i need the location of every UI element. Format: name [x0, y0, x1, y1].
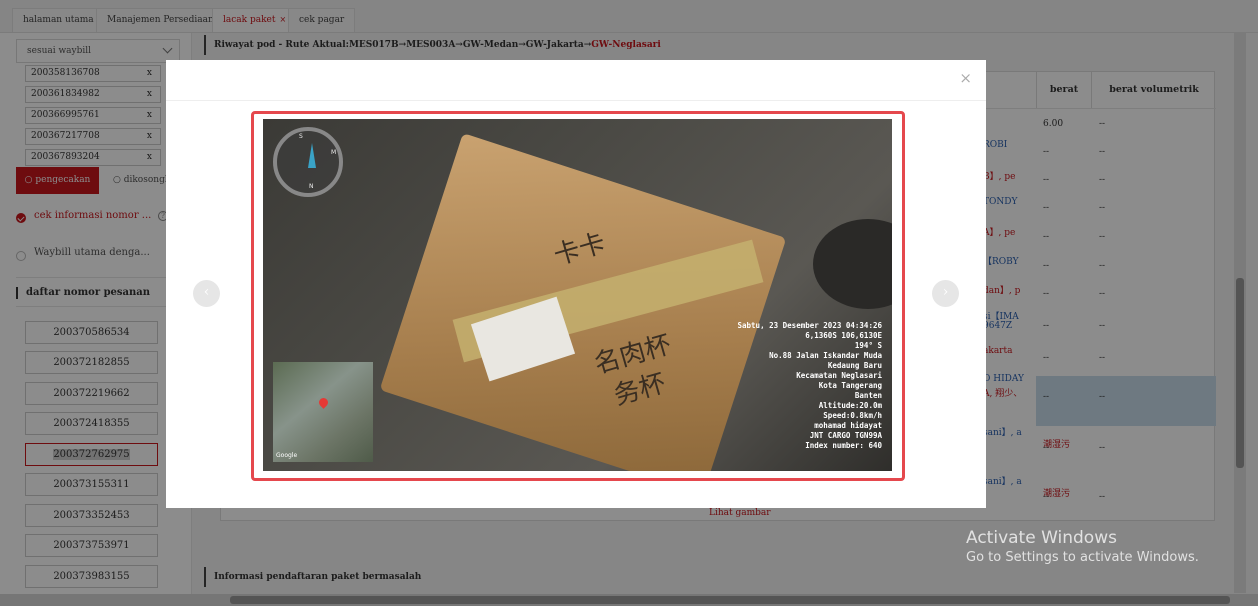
stamp-line: Kota Tangerang — [818, 381, 882, 390]
watermark-line: Go to Settings to activate Windows. — [966, 550, 1199, 565]
stamp-line: Altitude:20.0m — [818, 401, 882, 410]
close-icon[interactable]: × — [959, 69, 972, 87]
image-preview-modal: × ‹ › 卡卡 名肉杯 务杯 S M N Google Sabtu, 23 D… — [166, 60, 986, 508]
shoe-shape — [813, 219, 892, 309]
stamp-line: JNT CARGO TGN99A — [809, 431, 882, 440]
prev-image-button[interactable]: ‹ — [193, 280, 220, 307]
stamp-line: Speed:0.8km/h — [823, 411, 882, 420]
stamp-line: 6,1360S 106,6130E — [805, 331, 882, 340]
stamp-line: Sabtu, 23 Desember 2023 04:34:26 — [737, 321, 883, 330]
watermark-line: Activate Windows — [966, 528, 1117, 548]
stamp-line: mohamad hidayat — [814, 421, 882, 430]
next-image-button[interactable]: › — [932, 280, 959, 307]
compass-icon: S M N — [273, 127, 343, 197]
stamp-line: Kecamatan Neglasari — [796, 371, 882, 380]
stamp-line: Index number: 640 — [805, 441, 882, 450]
map-attribution: Google — [276, 452, 298, 459]
stamp-line: 194° S — [854, 341, 882, 350]
stamp-line: Banten — [854, 391, 882, 400]
compass-label: N — [309, 183, 314, 190]
image-frame: 卡卡 名肉杯 务杯 S M N Google Sabtu, 23 Desembe… — [251, 111, 905, 481]
stamp-line: No.88 Jalan Iskandar Muda — [769, 351, 882, 360]
compass-label: M — [331, 149, 337, 156]
compass-label: S — [299, 133, 303, 140]
windows-activation-watermark: Activate Windows Go to Settings to activ… — [966, 528, 1199, 565]
map-pin-icon — [317, 396, 330, 409]
compass-needle — [308, 143, 316, 168]
photo-timestamp: Sabtu, 23 Desember 2023 04:34:26 6,1360S… — [692, 321, 883, 451]
divider — [166, 100, 986, 101]
location-map: Google — [273, 362, 373, 462]
stamp-line: Kedaung Baru — [827, 361, 882, 370]
package-photo[interactable]: 卡卡 名肉杯 务杯 S M N Google Sabtu, 23 Desembe… — [263, 119, 892, 471]
